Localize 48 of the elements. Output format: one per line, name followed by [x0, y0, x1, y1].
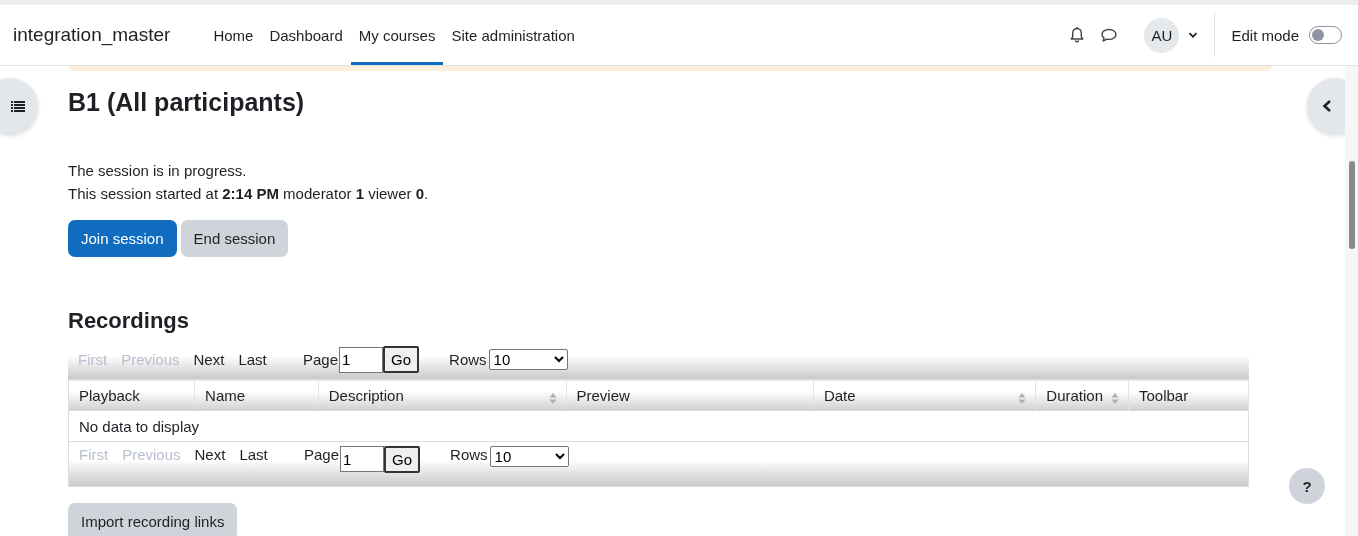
page-input[interactable]: 1 [339, 346, 384, 373]
nav-tab[interactable]: Dashboard [261, 5, 351, 65]
go-button[interactable]: Go [383, 346, 420, 373]
edit-mode-toggle[interactable] [1309, 26, 1342, 44]
edit-mode-label: Edit mode [1231, 26, 1299, 44]
import-button[interactable]: Import recording links [68, 503, 238, 536]
end-button[interactable]: End session [180, 220, 289, 257]
sort-icon[interactable] [1111, 392, 1119, 405]
scrollbar[interactable] [1345, 66, 1358, 536]
page-input[interactable]: 1 [340, 446, 385, 472]
nav-tab[interactable]: Home [205, 5, 262, 65]
user-avatar[interactable]: AU [1144, 17, 1180, 53]
status-text: The session is in progress. [68, 161, 248, 181]
column-header[interactable]: Description [318, 379, 567, 411]
chat-bubble-icon[interactable] [1100, 26, 1119, 44]
rows-select[interactable]: 10 [488, 349, 568, 370]
column-label: Preview [576, 386, 630, 404]
rows-label: Rows [450, 446, 488, 463]
page-label: Page [304, 446, 340, 463]
column-header[interactable]: Date [813, 379, 1036, 411]
nav-tab[interactable]: Site administration [443, 5, 583, 65]
help-button[interactable]: ? [1289, 468, 1325, 504]
status-text: This session started at 2:14 PM moderator 1 viewer 0. [68, 184, 430, 204]
column-label: Name [205, 386, 246, 404]
site-name[interactable]: integration_master [0, 5, 184, 65]
column-label: Playback [79, 386, 140, 404]
column-header[interactable]: Duration [1035, 379, 1129, 411]
empty-message: No data to display [68, 410, 1249, 442]
join-button[interactable]: Join session [68, 220, 177, 257]
page-label: Page [303, 351, 339, 368]
scrollbar-thumb[interactable] [1349, 161, 1355, 249]
rows-label: Rows [449, 351, 487, 368]
sort-icon[interactable] [1018, 392, 1027, 405]
rows-select[interactable]: 10 [489, 446, 569, 467]
column-label: Duration [1046, 386, 1103, 404]
list-icon[interactable] [11, 99, 25, 113]
sort-icon[interactable] [548, 392, 557, 405]
pager-link[interactable]: Last [239, 446, 268, 463]
column-label: Date [823, 386, 856, 404]
caret-icon[interactable] [1188, 30, 1199, 40]
page-heading: B1 (All participants) [68, 87, 305, 117]
column-label: Toolbar [1139, 386, 1189, 404]
pager-link[interactable]: Last [238, 351, 267, 368]
pager-link[interactable]: Next [193, 351, 225, 368]
column-label: Description [328, 386, 404, 404]
go-button[interactable]: Go [384, 446, 421, 473]
section-heading: Recordings [68, 307, 190, 335]
pager-link[interactable]: Next [194, 446, 226, 463]
